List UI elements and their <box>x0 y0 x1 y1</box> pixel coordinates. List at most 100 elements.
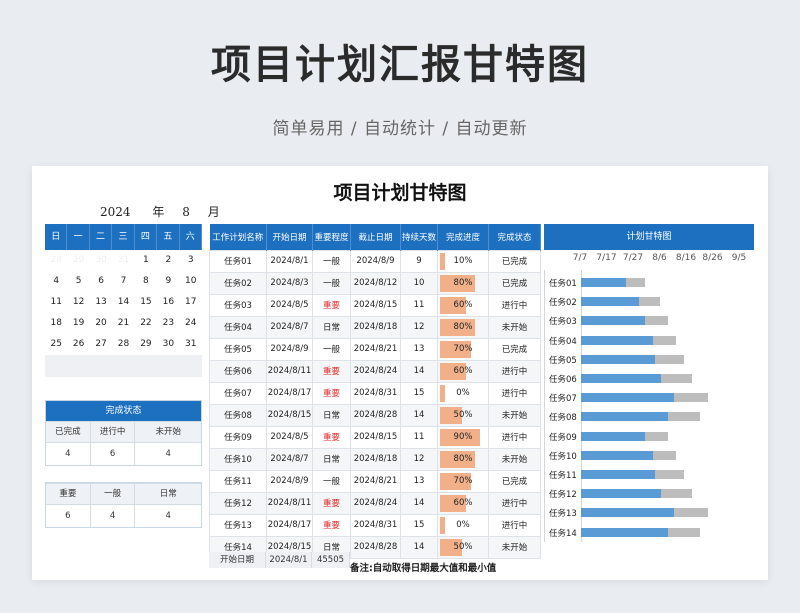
gantt-plan-bar[interactable] <box>668 527 701 537</box>
cell-end[interactable]: 2024/8/18 <box>350 447 401 471</box>
gantt-done-bar[interactable] <box>581 335 653 345</box>
calendar-day[interactable]: 6 <box>90 271 112 292</box>
calendar-day[interactable]: 15 <box>135 292 157 313</box>
calendar-day[interactable]: 31 <box>180 334 202 355</box>
column-header[interactable]: 截止日期 <box>350 224 401 250</box>
cell-name[interactable]: 任务08 <box>209 403 267 427</box>
cell-name[interactable]: 任务03 <box>209 293 267 317</box>
cell-end[interactable]: 2024/8/24 <box>350 491 401 515</box>
gantt-done-bar[interactable] <box>581 278 627 287</box>
gantt-done-bar[interactable] <box>581 393 674 403</box>
cell-days[interactable]: 15 <box>400 513 438 537</box>
gantt-done-bar[interactable] <box>581 450 653 460</box>
calendar-day[interactable]: 10 <box>180 271 202 292</box>
cell-start[interactable]: 2024/8/15 <box>266 403 313 427</box>
cell-days[interactable]: 14 <box>400 359 438 383</box>
cell-name[interactable]: 任务06 <box>209 359 267 383</box>
calendar-day[interactable]: 3 <box>180 250 202 271</box>
cell-status[interactable]: 已完成 <box>488 337 541 361</box>
cell-name[interactable]: 任务02 <box>209 271 267 295</box>
cell-priority[interactable]: 一般 <box>312 469 351 493</box>
cell-priority[interactable]: 一般 <box>312 337 351 361</box>
cell-end[interactable]: 2024/8/15 <box>350 293 401 317</box>
gantt-plan-bar[interactable] <box>668 412 701 422</box>
gantt-done-bar[interactable] <box>581 489 661 499</box>
cell-end[interactable]: 2024/8/28 <box>350 403 401 427</box>
calendar-day[interactable]: 29 <box>135 334 157 355</box>
calendar-day[interactable]: 13 <box>90 292 112 313</box>
cell-end[interactable]: 2024/8/9 <box>350 249 401 273</box>
cell-start[interactable]: 2024/8/9 <box>266 337 313 361</box>
cell-name[interactable]: 任务01 <box>209 249 267 273</box>
cell-priority[interactable]: 日常 <box>312 403 351 427</box>
cell-days[interactable]: 15 <box>400 381 438 405</box>
cell-progress[interactable]: 50% <box>437 535 489 559</box>
cell-days[interactable]: 14 <box>400 535 438 559</box>
gantt-plan-bar[interactable] <box>626 278 645 287</box>
calendar-day[interactable]: 25 <box>45 334 67 355</box>
cell-start[interactable]: 2024/8/9 <box>266 469 313 493</box>
column-header[interactable]: 持续天数 <box>400 224 438 250</box>
cell-start[interactable]: 2024/8/5 <box>266 425 313 449</box>
cell-name[interactable]: 任务04 <box>209 315 267 339</box>
gantt-plan-bar[interactable] <box>644 431 669 441</box>
calendar-day[interactable]: 27 <box>90 334 112 355</box>
gantt-done-bar[interactable] <box>581 412 669 422</box>
cell-days[interactable]: 12 <box>400 315 438 339</box>
calendar-day[interactable]: 19 <box>67 313 89 334</box>
calendar-day[interactable]: 24 <box>180 313 202 334</box>
cell-name[interactable]: 任务05 <box>209 337 267 361</box>
cell-status[interactable]: 未开始 <box>488 535 541 559</box>
calendar-day[interactable]: 8 <box>135 271 157 292</box>
gantt-done-bar[interactable] <box>581 431 645 441</box>
cell-end[interactable]: 2024/8/21 <box>350 337 401 361</box>
cell-start[interactable]: 2024/8/11 <box>266 491 313 515</box>
calendar-day[interactable]: 23 <box>157 313 179 334</box>
calendar-day[interactable]: 5 <box>67 271 89 292</box>
gantt-done-bar[interactable] <box>581 354 656 364</box>
gantt-plan-bar[interactable] <box>673 508 709 518</box>
calendar-day[interactable]: 16 <box>157 292 179 313</box>
cell-priority[interactable]: 重要 <box>312 513 351 537</box>
cell-start[interactable]: 2024/8/11 <box>266 359 313 383</box>
cell-end[interactable]: 2024/8/15 <box>350 425 401 449</box>
gantt-done-bar[interactable] <box>581 508 674 518</box>
cell-status[interactable]: 未开始 <box>488 403 541 427</box>
cell-progress[interactable]: 90% <box>437 425 489 449</box>
calendar-day[interactable]: 4 <box>45 271 67 292</box>
gantt-plan-bar[interactable] <box>655 354 685 364</box>
cell-name[interactable]: 任务07 <box>209 381 267 405</box>
cell-progress[interactable]: 80% <box>437 271 489 295</box>
cell-start[interactable]: 2024/8/1 <box>266 249 313 273</box>
cell-priority[interactable]: 重要 <box>312 425 351 449</box>
calendar-day[interactable]: 30 <box>157 334 179 355</box>
calendar-day[interactable]: 31 <box>112 250 134 271</box>
column-header[interactable]: 工作计划名称 <box>209 224 267 250</box>
gantt-done-bar[interactable] <box>581 527 669 537</box>
cell-start[interactable]: 2024/8/17 <box>266 513 313 537</box>
calendar-day[interactable]: 17 <box>180 292 202 313</box>
cell-progress[interactable]: 70% <box>437 469 489 493</box>
cell-priority[interactable]: 一般 <box>312 271 351 295</box>
cell-status[interactable]: 未开始 <box>488 315 541 339</box>
gantt-plan-bar[interactable] <box>655 470 685 479</box>
cell-days[interactable]: 14 <box>400 403 438 427</box>
cell-progress[interactable]: 0% <box>437 513 489 537</box>
cell-priority[interactable]: 日常 <box>312 315 351 339</box>
column-header[interactable]: 完成状态 <box>488 224 541 250</box>
cell-status[interactable]: 已完成 <box>488 249 541 273</box>
cell-status[interactable]: 进行中 <box>488 491 541 515</box>
cell-priority[interactable]: 重要 <box>312 293 351 317</box>
cell-priority[interactable]: 重要 <box>312 491 351 515</box>
footer-date-serial[interactable]: 45505 <box>312 552 350 568</box>
calendar-month[interactable]: 8 <box>182 205 190 219</box>
gantt-done-bar[interactable] <box>581 316 645 326</box>
cell-progress[interactable]: 60% <box>437 293 489 317</box>
cell-start[interactable]: 2024/8/17 <box>266 381 313 405</box>
cell-days[interactable]: 14 <box>400 491 438 515</box>
cell-progress[interactable]: 80% <box>437 315 489 339</box>
gantt-plan-bar[interactable] <box>673 393 709 403</box>
gantt-done-bar[interactable] <box>581 470 656 479</box>
cell-end[interactable]: 2024/8/28 <box>350 535 401 559</box>
gantt-done-bar[interactable] <box>581 297 640 307</box>
